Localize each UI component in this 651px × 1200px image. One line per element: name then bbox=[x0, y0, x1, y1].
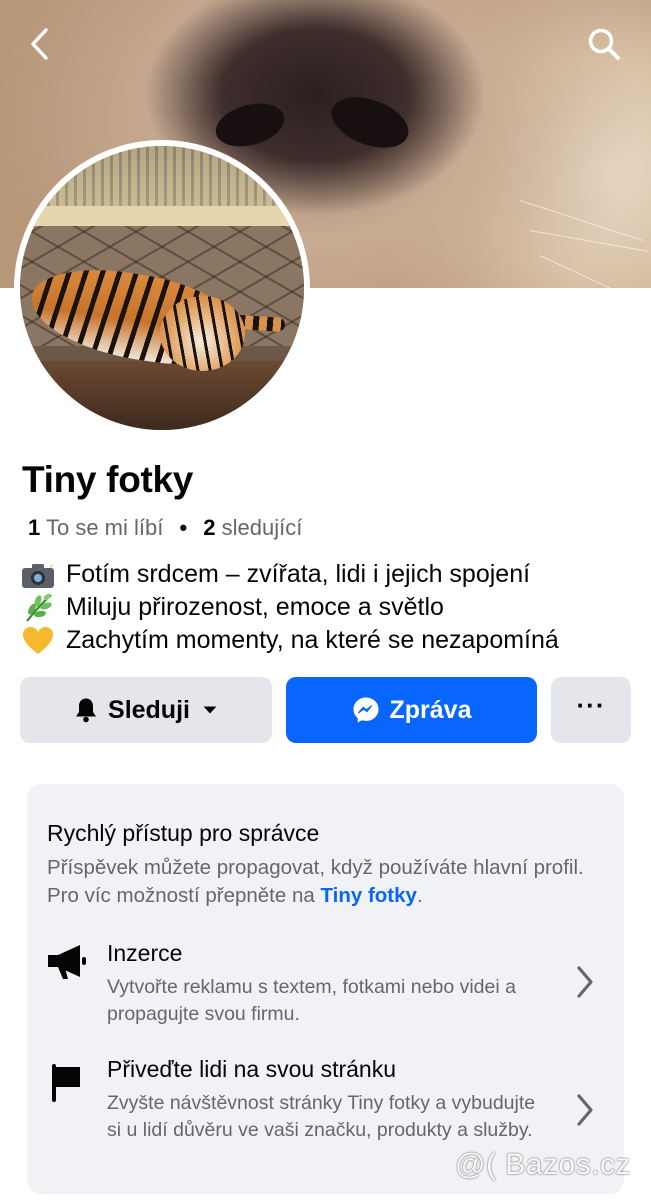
more-options-button[interactable]: ··· bbox=[551, 677, 631, 743]
grow-page-description: Zvyšte návštěvnost stránky Tiny fotky a … bbox=[107, 1092, 536, 1141]
switch-profile-link[interactable]: Tiny fotky bbox=[320, 884, 416, 907]
card-description-text: Příspěvek můžete propagovat, když použív… bbox=[47, 856, 584, 907]
chevron-right-icon bbox=[572, 1090, 598, 1130]
herb-icon bbox=[20, 592, 56, 624]
ads-title: Inzerce bbox=[107, 940, 183, 966]
flag-icon bbox=[45, 1060, 89, 1104]
card-description-end: . bbox=[416, 884, 423, 907]
admin-quick-access-card: Rychlý přístup pro správce Příspěvek můž… bbox=[27, 784, 624, 1194]
page-stats[interactable]: 1 To se mi líbí • 2 sledující bbox=[28, 515, 302, 541]
likes-count: 1 bbox=[28, 515, 41, 540]
grow-page-title: Přiveďte lidi na svou stránku bbox=[107, 1056, 396, 1082]
chevron-left-icon bbox=[31, 28, 48, 60]
bell-icon bbox=[74, 697, 98, 723]
ads-description: Vytvořte reklamu s textem, fotkami nebo … bbox=[107, 976, 516, 1025]
follow-button[interactable]: Sleduji bbox=[20, 677, 272, 743]
card-description: Příspěvek můžete propagovat, když použív… bbox=[47, 854, 607, 910]
caret-down-icon bbox=[202, 705, 218, 715]
messenger-icon bbox=[352, 696, 380, 724]
message-label: Zpráva bbox=[389, 695, 472, 724]
bio-line: Miluju přirozenost, emoce a světlo bbox=[20, 591, 640, 624]
more-icon: ··· bbox=[576, 690, 606, 720]
followers-count: 2 bbox=[203, 515, 216, 540]
search-icon bbox=[588, 28, 620, 60]
ads-row[interactable]: Inzerce Vytvořte reklamu s textem, fotka… bbox=[27, 934, 624, 1044]
bio-text: Fotím srdcem – zvířata, lidi i jejich sp… bbox=[66, 560, 531, 588]
back-button[interactable] bbox=[20, 24, 60, 64]
camera-with-flash-icon bbox=[20, 560, 56, 590]
watermark: @( Bazos.cz bbox=[455, 1148, 631, 1181]
likes-label: To se mi líbí bbox=[45, 515, 164, 540]
megaphone-icon bbox=[45, 940, 89, 984]
bio-text: Zachytím momenty, na které se nezapomíná bbox=[66, 626, 559, 654]
page-bio: Fotím srdcem – zvířata, lidi i jejich sp… bbox=[20, 558, 640, 657]
followers-label: sledující bbox=[221, 515, 303, 540]
message-button[interactable]: Zpráva bbox=[286, 677, 537, 743]
bio-text: Miluju přirozenost, emoce a světlo bbox=[66, 593, 444, 621]
search-button[interactable] bbox=[584, 24, 624, 64]
profile-picture[interactable] bbox=[14, 140, 310, 436]
yellow-heart-icon bbox=[20, 626, 56, 656]
card-title: Rychlý přístup pro správce bbox=[47, 820, 320, 846]
bio-line: Fotím srdcem – zvířata, lidi i jejich sp… bbox=[20, 558, 640, 591]
page-title: Tiny fotky bbox=[22, 459, 194, 500]
follow-label: Sleduji bbox=[108, 695, 190, 724]
chevron-right-icon bbox=[572, 962, 598, 1002]
bio-line: Zachytím momenty, na které se nezapomíná bbox=[20, 624, 640, 657]
stats-separator: • bbox=[179, 515, 188, 540]
